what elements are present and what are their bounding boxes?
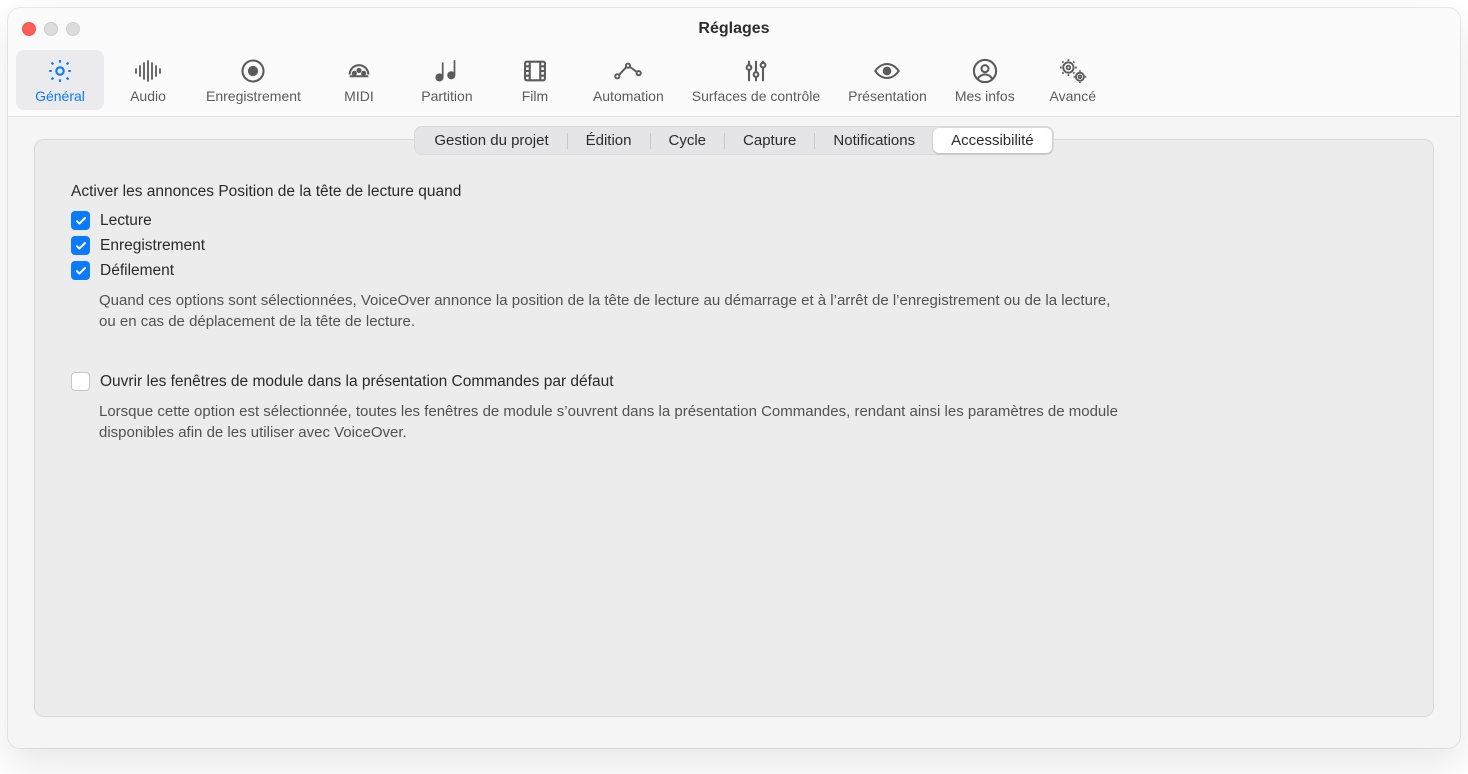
plugin-controls-view-help: Lorsque cette option est sélectionnée, t… [99,401,1129,443]
checkbox-label: Ouvrir les fenêtres de module dans la pr… [100,373,614,391]
toolbar-item-recording[interactable]: Enregistrement [192,50,315,110]
checkbox-row-playback: Lecture [71,211,1191,230]
tab-edition[interactable]: Édition [568,128,650,153]
film-icon [521,56,549,86]
toolbar-item-label: Présentation [848,88,927,104]
checkbox-label: Lecture [100,212,152,230]
settings-window: Réglages Général [8,8,1460,748]
user-circle-icon [971,56,999,86]
gear-icon [46,56,74,86]
toolbar-item-label: MIDI [344,88,374,104]
checkbox-label: Enregistrement [100,237,205,255]
checkbox-scrubbing[interactable] [71,261,90,280]
checkbox-recording[interactable] [71,236,90,255]
toolbar-item-general[interactable]: Général [16,50,104,110]
checkbox-row-recording: Enregistrement [71,236,1191,255]
toolbar-item-label: Film [522,88,548,104]
settings-panel: Gestion du projet Édition Cycle Capture … [34,139,1434,717]
checkbox-label: Défilement [100,262,174,280]
toolbar-item-control-surfaces[interactable]: Surfaces de contrôle [678,50,834,110]
tab-capture[interactable]: Capture [725,128,814,153]
checkbox-row-plugin-controls-view: Ouvrir les fenêtres de module dans la pr… [71,372,1191,391]
checkbox-row-scrubbing: Défilement [71,261,1191,280]
toolbar-item-label: Audio [130,88,166,104]
close-window-button[interactable] [22,22,36,36]
toolbar-item-label: Avancé [1050,88,1096,104]
titlebar: Réglages [8,8,1460,44]
toolbar-item-label: Surfaces de contrôle [692,88,820,104]
toolbar-item-label: Enregistrement [206,88,301,104]
preferences-toolbar: Général Audio [8,44,1460,117]
toolbar-item-advanced[interactable]: Avancé [1029,50,1117,110]
tab-accessibilite[interactable]: Accessibilité [933,128,1052,153]
tab-cycle[interactable]: Cycle [651,128,725,153]
toolbar-item-automation[interactable]: Automation [579,50,678,110]
checkbox-plugin-controls-view[interactable] [71,372,90,391]
subsection-tabs: Gestion du projet Édition Cycle Capture … [35,126,1433,155]
playhead-announcements-help: Quand ces options sont sélectionnées, Vo… [99,290,1129,332]
tab-notifications[interactable]: Notifications [815,128,933,153]
playhead-announcements-title: Activer les annonces Position de la tête… [71,183,1191,201]
automation-icon [612,56,644,86]
eye-icon [872,56,902,86]
toolbar-item-display[interactable]: Présentation [834,50,941,110]
traffic-lights [22,22,80,36]
minimize-window-button[interactable] [44,22,58,36]
toolbar-item-label: Automation [593,88,664,104]
record-icon [239,56,267,86]
music-notes-icon [432,56,462,86]
toolbar-item-label: Mes infos [955,88,1015,104]
segmented-control: Gestion du projet Édition Cycle Capture … [414,126,1053,155]
checkbox-playback[interactable] [71,211,90,230]
midi-icon [345,56,373,86]
toolbar-item-audio[interactable]: Audio [104,50,192,110]
toolbar-item-my-info[interactable]: Mes infos [941,50,1029,110]
toolbar-item-film[interactable]: Film [491,50,579,110]
advanced-gears-icon [1058,56,1088,86]
tab-gestion-du-projet[interactable]: Gestion du projet [416,128,566,153]
sliders-icon [742,56,770,86]
toolbar-item-midi[interactable]: MIDI [315,50,403,110]
toolbar-item-score[interactable]: Partition [403,50,491,110]
toolbar-item-label: Général [35,88,85,104]
accessibility-form: Activer les annonces Position de la tête… [35,155,1227,443]
waveform-icon [133,56,163,86]
content-area: Gestion du projet Édition Cycle Capture … [8,117,1460,748]
window-title: Réglages [8,20,1460,38]
zoom-window-button[interactable] [66,22,80,36]
toolbar-item-label: Partition [421,88,472,104]
